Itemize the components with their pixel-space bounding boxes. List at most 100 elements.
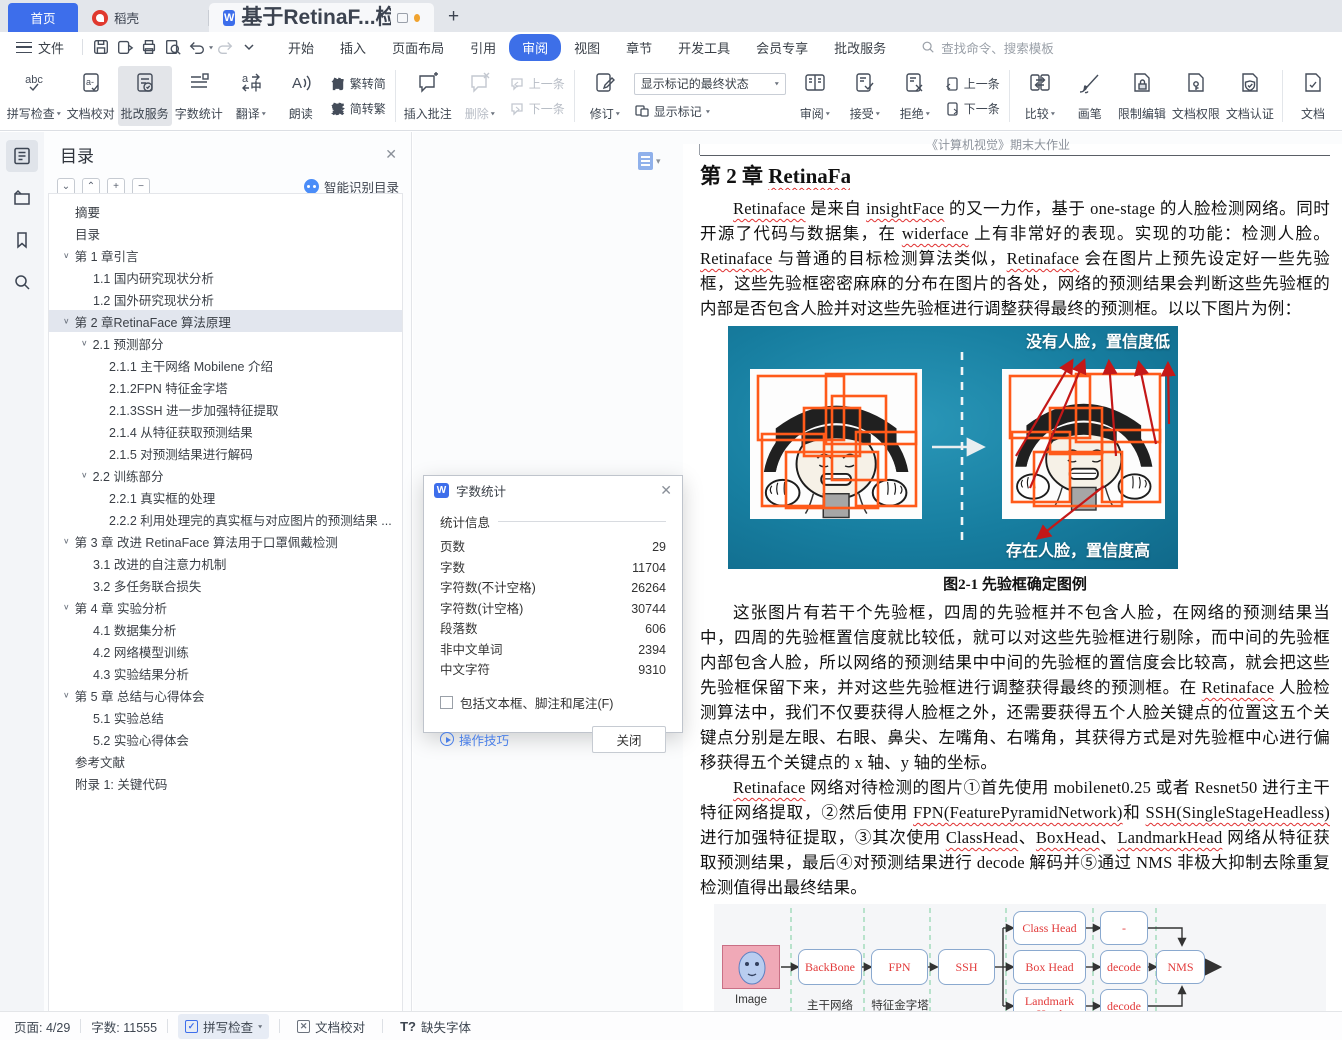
prev-revision-button[interactable]: 上一条: [944, 75, 1000, 92]
toc-item-selected[interactable]: ∨ 第 2 章RetinaFace 算法原理: [49, 310, 402, 332]
print-preview-button[interactable]: [161, 36, 185, 58]
redo-button[interactable]: [213, 36, 237, 58]
toc-item[interactable]: 参考文献: [49, 750, 402, 772]
toc-item[interactable]: 1.1 国内研究现状分析: [49, 266, 402, 288]
paragraph[interactable]: 这张图片有若干个先验框，四周的先验框并不包含人脸，在网络的预测结果当中，四周的先…: [700, 600, 1330, 775]
toc-item[interactable]: 3.2 多任务联合损失: [49, 574, 402, 596]
toc-item[interactable]: ∨ 第 3 章 改进 RetinaFace 算法用于口罩佩戴检测: [49, 530, 402, 552]
document-page[interactable]: ▾ 《计算机视觉》期末大作业 第 2 章 RetinaFace 算法原理 Ret…: [638, 138, 1342, 1011]
toc-item[interactable]: 5.2 实验心得体会: [49, 728, 402, 750]
toc-item[interactable]: 4.3 实验结果分析: [49, 662, 402, 684]
figure-anchor-boxes[interactable]: 没有人脸，置信度低 存在人脸，置信度高: [728, 326, 1178, 569]
markup-state-dropdown[interactable]: 显示标记的最终状态 ▾: [633, 72, 786, 95]
accept-revision-button[interactable]: 接受 ▾: [840, 66, 890, 126]
toc-item[interactable]: 目录: [49, 222, 402, 244]
toc-item[interactable]: 2.1.4 从特征获取预测结果: [49, 420, 402, 442]
search-panel-toggle[interactable]: [6, 266, 38, 298]
menu-correction-service[interactable]: 批改服务: [821, 34, 899, 61]
toc-item[interactable]: ∨ 第 4 章 实验分析: [49, 596, 402, 618]
read-aloud-button[interactable]: A 朗读: [276, 66, 326, 126]
insert-comment-button[interactable]: 插入批注: [401, 66, 455, 126]
simplified-to-traditional-button[interactable]: 繁 简转繁: [330, 100, 386, 117]
tab-document[interactable]: W 基于RetinaF...检测算法 毕业论文: [209, 3, 434, 32]
restrict-edit-button[interactable]: 限制编辑: [1115, 66, 1169, 126]
undo-button[interactable]: [185, 36, 209, 58]
menu-view[interactable]: 视图: [561, 34, 613, 61]
paragraph[interactable]: Retinaface 网络对待检测的图片①首先使用 mobilenet0.25 …: [700, 775, 1330, 900]
doc-tool-clipped-button[interactable]: 文档: [1288, 66, 1338, 126]
toc-item[interactable]: 4.1 数据集分析: [49, 618, 402, 640]
toc-item[interactable]: 4.2 网络模型训练: [49, 640, 402, 662]
compare-button[interactable]: 比较 ▾: [1015, 66, 1065, 126]
menu-insert[interactable]: 插入: [327, 34, 379, 61]
output-button[interactable]: [113, 36, 137, 58]
toc-item[interactable]: ∨ 2.1 预测部分: [49, 332, 402, 354]
word-count-button[interactable]: 字数统计: [172, 66, 226, 126]
toc-item[interactable]: 2.1.5 对预测结果进行解码: [49, 442, 402, 464]
menu-references[interactable]: 引用: [457, 34, 509, 61]
word-count-indicator[interactable]: 字数: 11555: [91, 1017, 157, 1036]
reject-revision-button[interactable]: 拒绝 ▾: [890, 66, 940, 126]
proofread-status-button[interactable]: ✕ 文档校对: [290, 1014, 372, 1039]
prev-comment-button[interactable]: 上一条: [509, 75, 565, 92]
file-menu[interactable]: 文件: [0, 38, 76, 57]
print-button[interactable]: [137, 36, 161, 58]
tag-panel-toggle[interactable]: [6, 182, 38, 214]
toc-item[interactable]: 2.2.2 利用处理完的真实框与对应图片的预测结果 ...: [49, 508, 402, 530]
bookmark-panel-toggle[interactable]: [6, 224, 38, 256]
page-quick-icon[interactable]: ▾: [638, 152, 661, 170]
translate-button[interactable]: a中 翻译 ▾: [226, 66, 276, 126]
missing-font-button[interactable]: T? 缺失字体: [393, 1014, 478, 1039]
dialog-close-icon[interactable]: ✕: [660, 482, 672, 499]
dialog-title-bar[interactable]: W 字数统计 ✕: [424, 476, 682, 504]
command-search-box[interactable]: 查找命令、搜索模板: [921, 38, 1054, 57]
toc-item[interactable]: ∨ 2.2 训练部分: [49, 464, 402, 486]
dialog-close-button[interactable]: 关闭: [592, 725, 666, 753]
toc-item[interactable]: 5.1 实验总结: [49, 706, 402, 728]
toc-item[interactable]: 附录 1: 关键代码: [49, 772, 402, 794]
toc-panel-toggle[interactable]: [6, 140, 38, 172]
revise-button[interactable]: 修订 ▾: [580, 66, 630, 126]
doc-permission-button[interactable]: 文档权限: [1169, 66, 1223, 126]
traditional-to-simplified-button[interactable]: 简 繁转简: [330, 75, 386, 92]
menu-review[interactable]: 审阅: [509, 33, 562, 61]
delete-comment-button[interactable]: 删除 ▾: [455, 66, 505, 126]
tab-home[interactable]: 首页: [8, 3, 78, 32]
toc-item[interactable]: 1.2 国外研究现状分析: [49, 288, 402, 310]
correction-service-button[interactable]: 批改服务: [117, 66, 172, 126]
proofread-button[interactable]: a- 文档校对: [64, 66, 118, 126]
toc-close-button[interactable]: ✕: [385, 146, 397, 163]
spell-check-button[interactable]: abc 拼写检查 ▾: [4, 66, 64, 126]
undo-dropdown-caret[interactable]: ▾: [209, 43, 213, 50]
menu-section[interactable]: 章节: [613, 34, 665, 61]
figure-network-flowchart[interactable]: BackBone FPN SSH Class Head - Box Head d…: [714, 904, 1326, 1011]
show-markup-button[interactable]: 显示标记 ▾: [634, 103, 786, 120]
doc-auth-button[interactable]: 文档认证: [1223, 66, 1277, 126]
toc-item[interactable]: 2.2.1 真实框的处理: [49, 486, 402, 508]
save-button[interactable]: [89, 36, 113, 58]
toc-item[interactable]: 摘要: [49, 200, 402, 222]
customize-quick-toolbar-caret[interactable]: [237, 36, 261, 58]
tab-docer[interactable]: 稻壳: [78, 3, 208, 32]
checkbox-unchecked[interactable]: [440, 695, 453, 709]
toc-item[interactable]: 2.1.3SSH 进一步加强特征提取: [49, 398, 402, 420]
tips-link[interactable]: 操作技巧: [440, 730, 509, 749]
spell-check-status-button[interactable]: ✓ 拼写检查 ▾: [178, 1013, 270, 1039]
toc-item[interactable]: ∨ 第 5 章 总结与心得体会: [49, 684, 402, 706]
brush-button[interactable]: 画笔: [1065, 66, 1115, 126]
toc-item[interactable]: 2.1.1 主干网络 Mobilene 介绍: [49, 354, 402, 376]
toc-item[interactable]: 3.1 改进的自注意力机制: [49, 552, 402, 574]
review-pane-button[interactable]: 审阅 ▾: [790, 66, 840, 126]
toc-item[interactable]: 2.1.2FPN 特征金字塔: [49, 376, 402, 398]
menu-start[interactable]: 开始: [275, 34, 327, 61]
new-tab-button[interactable]: +: [434, 6, 473, 32]
menu-member[interactable]: 会员专享: [743, 34, 821, 61]
menu-dev-tools[interactable]: 开发工具: [665, 34, 743, 61]
chapter-title[interactable]: 第 2 章 RetinaFace 算法原理: [700, 160, 850, 190]
toc-item[interactable]: ∨ 第 1 章引言: [49, 244, 402, 266]
next-revision-button[interactable]: 下一条: [944, 100, 1000, 117]
paragraph[interactable]: Retinaface 是来自 insightFace 的又一力作，基于 one-…: [700, 196, 1330, 321]
include-textbox-checkbox[interactable]: 包括文本框、脚注和尾注(F): [440, 693, 666, 712]
next-comment-button[interactable]: 下一条: [509, 100, 565, 117]
menu-page-layout[interactable]: 页面布局: [379, 34, 457, 61]
